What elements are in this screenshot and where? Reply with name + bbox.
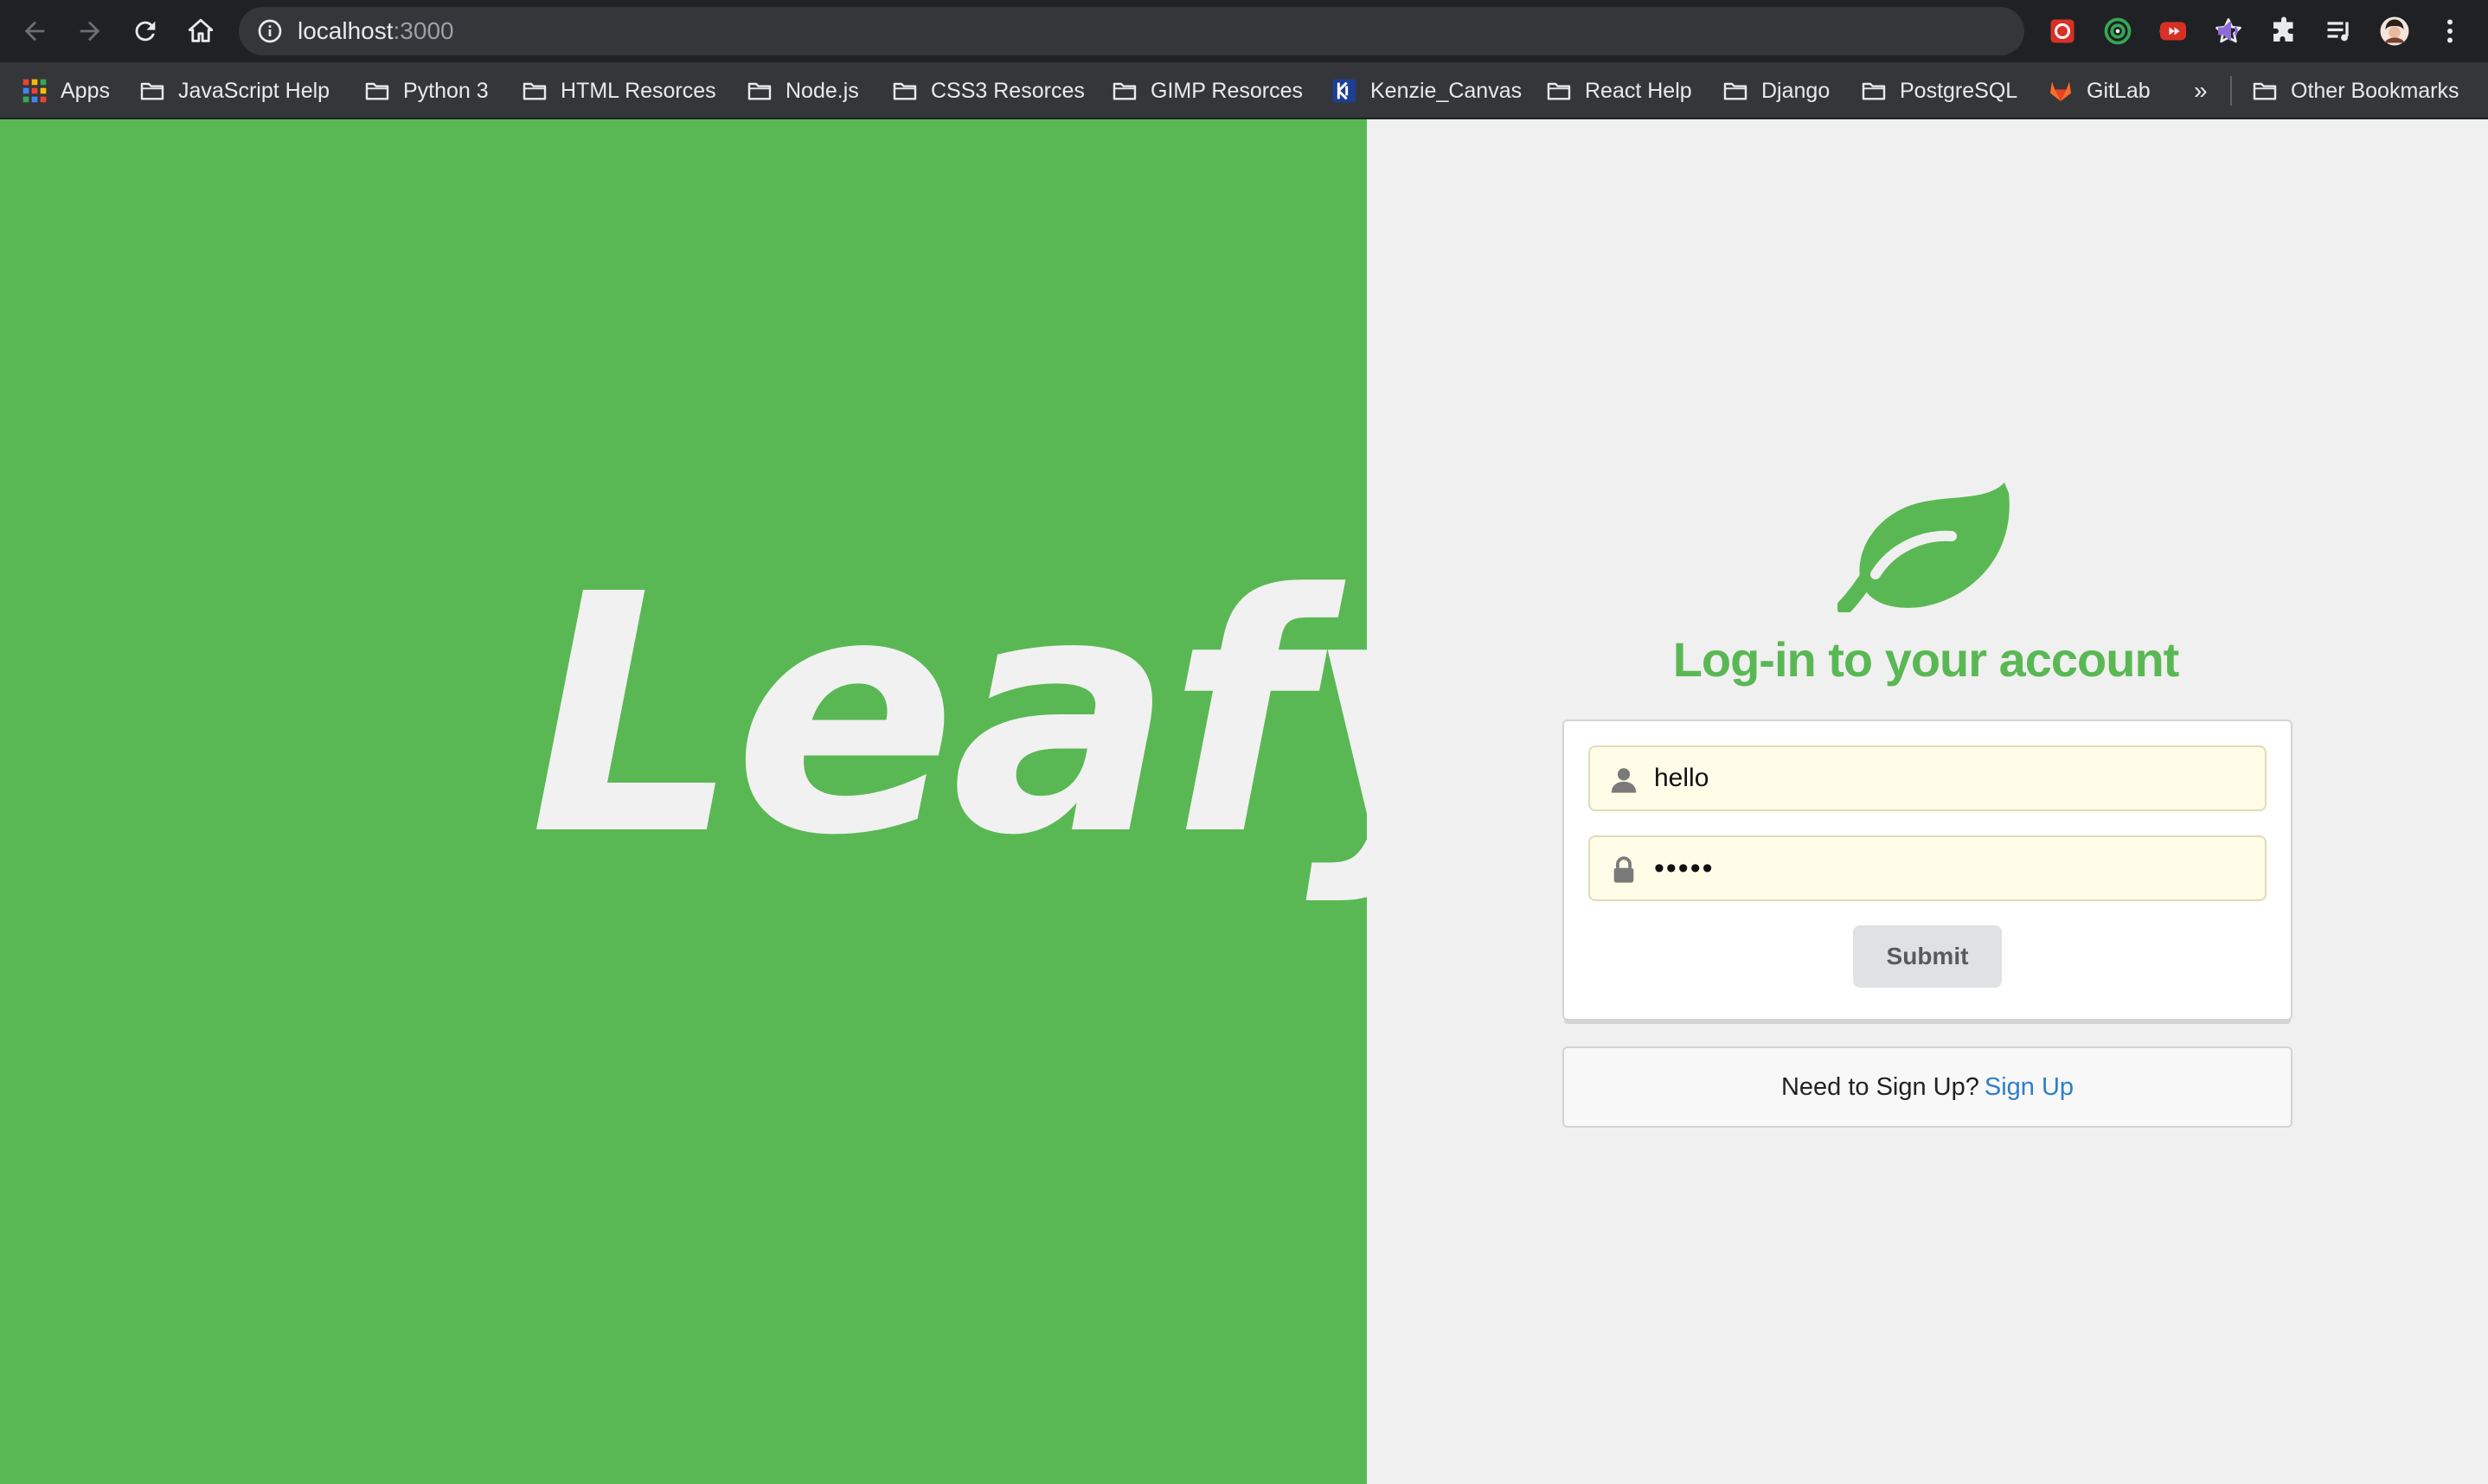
folder-icon [747, 82, 772, 100]
bookmark-label: Node.js [786, 78, 859, 103]
folder-icon [140, 82, 164, 100]
signup-message: Need to Sign Up? Sign Up [1562, 1046, 2292, 1128]
reload-icon[interactable] [128, 14, 163, 48]
home-icon[interactable] [183, 14, 218, 48]
bookmark-label: Other Bookmarks [2291, 78, 2459, 103]
bookmark-postgresql[interactable]: PostgreSQL [1860, 62, 2017, 119]
url-host: localhost [298, 17, 394, 44]
bookmark-python-3[interactable]: Python 3 [363, 62, 489, 119]
bookmark-apps[interactable]: Apps [21, 62, 110, 119]
bookmark-label: Django [1761, 78, 1831, 103]
signup-link[interactable]: Sign Up [1985, 1073, 2074, 1102]
leaf-icon [1837, 483, 2010, 612]
kebab-menu-icon[interactable] [2433, 14, 2467, 48]
brand-panel: Leafy [0, 119, 1520, 1484]
bookmark-css3-resorces[interactable]: CSS3 Resorces [891, 62, 1085, 119]
signup-prompt: Need to Sign Up? [1780, 1072, 1979, 1101]
folder-icon [1862, 82, 1886, 100]
bookmarks-bar: Apps JavaScript Help Python 3 HTML Resor… [0, 62, 2488, 119]
kenzie-icon [1332, 79, 1356, 103]
bookmark-other-bookmarks[interactable]: Other Bookmarks [2251, 62, 2459, 119]
bookmark-label: Python 3 [403, 78, 489, 103]
password-input[interactable] [1654, 837, 2251, 899]
folder-icon [1547, 82, 1571, 100]
password-field[interactable] [1588, 835, 2267, 901]
browser-toolbar: localhost:3000 [0, 0, 2488, 62]
folder-icon [1113, 82, 1137, 100]
forward-arrow-icon[interactable] [73, 14, 107, 48]
username-field[interactable] [1588, 745, 2267, 811]
bookmarks-divider [2230, 76, 2232, 106]
green-target-extension-icon[interactable] [2100, 14, 2135, 48]
user-icon [1611, 768, 1637, 793]
folder-icon [1723, 82, 1747, 100]
bookmark-gimp-resorces[interactable]: GIMP Resorces [1111, 62, 1303, 119]
folder-icon [365, 82, 389, 100]
red-extension-icon[interactable] [2045, 14, 2080, 48]
folder-icon [2253, 82, 2277, 100]
address-bar[interactable]: localhost:3000 [239, 7, 2241, 55]
bookmark-label: Apps [61, 78, 110, 103]
bookmark-label: GIMP Resorces [1151, 78, 1303, 103]
bookmarks-overflow-chevron[interactable]: » [2194, 62, 2208, 119]
info-icon[interactable] [256, 17, 284, 45]
lock-icon [1613, 856, 1634, 883]
url-port: :3000 [393, 17, 454, 44]
youtube-extension-icon[interactable] [2156, 14, 2190, 48]
apps-grid-icon [22, 79, 47, 103]
username-input[interactable] [1654, 747, 2251, 809]
bookmark-django[interactable]: Django [1722, 62, 1830, 119]
bookmark-gitlab[interactable]: GitLab [2047, 62, 2151, 119]
bookmark-html-resorces[interactable]: HTML Resorces [521, 62, 716, 119]
bookmark-label: JavaScript Help [178, 78, 330, 103]
bookmark-javascript-help[interactable]: JavaScript Help [138, 62, 330, 119]
back-arrow-icon[interactable] [17, 14, 52, 48]
bookmark-react-help[interactable]: React Help [1545, 62, 1692, 119]
bookmark-label: CSS3 Resorces [931, 78, 1085, 103]
bookmark-label: React Help [1585, 78, 1692, 103]
bookmark-label: GitLab [2087, 78, 2151, 103]
submit-button[interactable]: Submit [1853, 925, 2002, 988]
folder-icon [893, 82, 917, 100]
gitlab-icon [2050, 81, 2071, 101]
media-queue-icon[interactable] [2322, 14, 2357, 48]
bookmark-kenzie-canvas[interactable]: Kenzie_Canvas [1331, 62, 1522, 119]
bookmark-node-js[interactable]: Node.js [746, 62, 859, 119]
folder-icon [523, 82, 547, 100]
bookmark-label: PostgreSQL [1900, 78, 2018, 103]
bookmark-label: Kenzie_Canvas [1370, 78, 1523, 103]
url-text[interactable]: localhost:3000 [298, 7, 454, 55]
purple-speaker-extension-icon[interactable] [2211, 14, 2246, 48]
puzzle-extensions-icon[interactable] [2267, 14, 2301, 48]
profile-avatar[interactable] [2377, 14, 2412, 48]
bookmark-label: HTML Resorces [561, 78, 716, 103]
login-form: Submit [1562, 720, 2292, 1020]
login-title: Log-in to your account [1672, 632, 2180, 687]
